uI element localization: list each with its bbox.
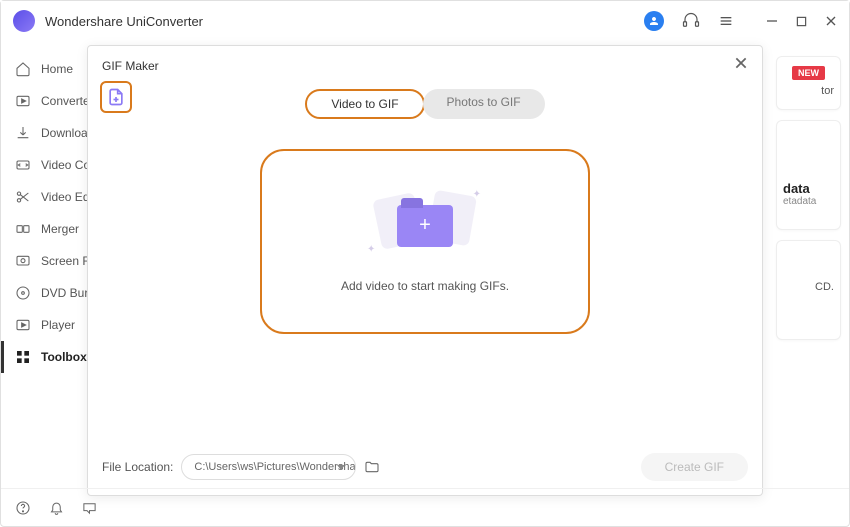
support-icon[interactable] [682,12,700,30]
app-logo [13,10,35,32]
disc-icon [15,285,31,301]
download-icon [15,125,31,141]
recorder-icon [15,253,31,269]
sidebar-item-compressor[interactable]: Video Compressor [1,149,96,181]
folder-illustration: ✦ ✦ + [375,191,475,261]
modal-title: GIF Maker [102,59,159,73]
close-modal-button[interactable] [734,56,748,75]
gif-maker-modal: GIF Maker Video to GIF Photos to GIF ✦ ✦… [87,45,763,496]
converter-icon [15,93,31,109]
sidebar-item-label: Merger [41,222,79,236]
mode-tabs: Video to GIF Photos to GIF [305,89,544,119]
titlebar: Wondershare UniConverter [1,1,849,41]
menu-icon[interactable] [718,13,734,29]
merger-icon [15,221,31,237]
open-folder-button[interactable] [364,458,382,476]
sidebar-item-merger[interactable]: Merger [1,213,96,245]
plus-icon: + [397,205,453,247]
create-gif-button[interactable]: Create GIF [641,453,748,481]
help-icon[interactable] [15,500,31,516]
feedback-icon[interactable] [82,500,97,515]
sidebar-item-converter[interactable]: Converter [1,85,96,117]
file-location-label: File Location: [102,460,173,474]
drop-zone[interactable]: ✦ ✦ + Add video to start making GIFs. [260,149,590,334]
sidebar: Home Converter Downloader Video Compress… [1,41,96,488]
account-avatar[interactable] [644,11,664,31]
bell-icon[interactable] [49,500,64,515]
drop-zone-text: Add video to start making GIFs. [341,279,509,293]
sidebar-item-editor[interactable]: Video Editor [1,181,96,213]
statusbar [1,488,849,526]
tab-video-to-gif[interactable]: Video to GIF [305,89,424,119]
sidebar-item-dvd[interactable]: DVD Burner [1,277,96,309]
sidebar-item-label: Converter [41,94,94,108]
sidebar-item-label: Home [41,62,73,76]
app-title: Wondershare UniConverter [45,14,644,29]
sidebar-item-toolbox[interactable]: Toolbox [1,341,96,373]
maximize-button[interactable] [796,15,807,27]
sidebar-item-label: Toolbox [41,350,87,364]
tab-photos-to-gif[interactable]: Photos to GIF [423,89,545,119]
background-cards: NEW tor data etadata CD. [776,56,841,350]
new-badge: NEW [792,66,825,80]
folder-icon [364,459,380,475]
close-window-button[interactable] [825,15,837,27]
sidebar-item-player[interactable]: Player [1,309,96,341]
toolbox-icon [15,349,31,365]
minimize-button[interactable] [766,15,778,27]
scissors-icon [15,189,31,205]
file-location-select[interactable]: C:\Users\ws\Pictures\Wondershare [181,454,356,480]
sidebar-item-recorder[interactable]: Screen Recorder [1,245,96,277]
sidebar-item-downloader[interactable]: Downloader [1,117,96,149]
sidebar-item-label: Player [41,318,75,332]
play-icon [15,317,31,333]
home-icon [15,61,31,77]
sidebar-item-home[interactable]: Home [1,53,96,85]
compressor-icon [15,157,31,173]
